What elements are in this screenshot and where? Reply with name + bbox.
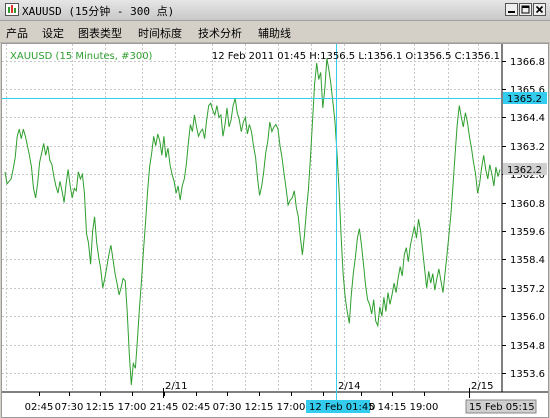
time-tick-label: 19:00 (410, 402, 439, 413)
price-tick-label: 1356.0 (510, 312, 545, 323)
price-tick-label: 1353.6 (510, 369, 545, 380)
last-time-label: 15 Feb 05:15 (465, 399, 537, 414)
chart-panel[interactable]: 1366.8 1365.6 1364.4 1363.2 1362.0 1360.8 1359… (1, 43, 549, 418)
time-axis: 02:45 07:30 12:15 17:00 21:45 02:45 07:30 12:15… (25, 392, 439, 413)
ohlc-readout: 12 Feb 2011 01:45 H:1356.5 L:1356.1 O:13… (212, 51, 500, 62)
price-series-line (4, 58, 501, 385)
price-tick-label: 1360.8 (510, 199, 545, 210)
time-tick-label: 14:15 (378, 402, 407, 413)
price-tick-label: 1354.8 (510, 341, 545, 352)
time-tick-label: 07:30 (213, 402, 242, 413)
price-tick-label: 1358.4 (510, 255, 545, 266)
time-tick-label: 12:15 (245, 402, 274, 413)
time-tick-label: 02:45 (182, 402, 211, 413)
menu-product[interactable]: 产品 (6, 25, 28, 41)
maximize-button[interactable] (519, 3, 532, 16)
crosshair-time-value: 12 Feb 01:45 (309, 402, 375, 413)
price-tick-label: 1357.2 (510, 284, 545, 295)
time-tick-label: 07:30 (55, 402, 84, 413)
chart-window-icon (5, 3, 19, 16)
close-button[interactable] (533, 3, 546, 16)
crosshair-price-value: 1365.2 (507, 94, 542, 105)
menu-chart-type[interactable]: 图表类型 (78, 25, 122, 41)
minimize-button[interactable] (505, 3, 518, 16)
price-axis: 1366.81365.61364.41363.21362.01360.81359… (502, 57, 545, 380)
crosshair-price-label: 1365.2 (503, 92, 547, 105)
price-chart[interactable]: 1366.81365.61364.41363.21362.01360.81359… (2, 44, 548, 417)
menu-guide-lines[interactable]: 辅助线 (258, 25, 291, 41)
chart-symbol-label: XAUUSD (15 Minutes, #300) (10, 51, 153, 62)
time-tick-label: 21:45 (150, 402, 179, 413)
grid (2, 44, 502, 392)
menu-technical-analysis[interactable]: 技术分析 (198, 25, 242, 41)
date-marker-label: 2/14 (338, 381, 360, 392)
menu-time-scale[interactable]: 时间标度 (138, 25, 182, 41)
price-tick-label: 1366.8 (510, 57, 545, 68)
title-bar: XAUUSD (15分钟 - 300 点) (0, 0, 550, 21)
date-marker-label: 2/11 (165, 381, 187, 392)
time-tick-label: 02:45 (25, 402, 54, 413)
time-tick-label: 12:15 (86, 402, 115, 413)
time-tick-label: 17:00 (277, 402, 306, 413)
close-icon (535, 5, 544, 14)
last-price-value: 1362.2 (507, 165, 542, 176)
time-tick-label: 17:00 (118, 402, 147, 413)
price-tick-label: 1364.4 (510, 113, 545, 124)
crosshair-time-label: 12 Feb 01:45 (306, 400, 375, 413)
price-tick-label: 1363.2 (510, 142, 545, 153)
date-marker-label: 2/15 (471, 381, 493, 392)
menu-bar: 产品 设定 图表类型 时间标度 技术分析 辅助线 (0, 21, 550, 43)
window-title: XAUUSD (15分钟 - 300 点) (22, 5, 175, 18)
last-time-value: 15 Feb 05:15 (469, 402, 535, 413)
price-tick-label: 1359.6 (510, 227, 545, 238)
menu-settings[interactable]: 设定 (42, 25, 64, 41)
minimize-icon (508, 11, 515, 13)
maximize-icon (521, 5, 530, 14)
last-price-label: 1362.2 (503, 163, 547, 176)
